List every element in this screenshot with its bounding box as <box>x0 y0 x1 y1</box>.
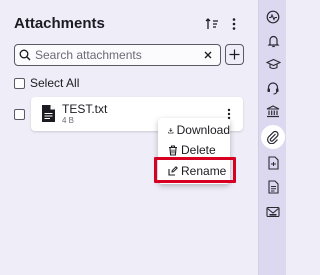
rail-list-document-button[interactable] <box>259 174 287 200</box>
mail-icon <box>266 206 280 218</box>
close-icon <box>204 51 212 59</box>
sort-button[interactable] <box>203 15 221 33</box>
trash-icon <box>169 144 177 156</box>
activity-icon <box>266 10 280 24</box>
file-size: 4 B <box>62 116 75 125</box>
rail-activity-button[interactable] <box>259 4 287 30</box>
clear-search-button[interactable] <box>201 48 215 62</box>
rail-document-button[interactable] <box>259 150 287 176</box>
search-icon <box>19 49 31 61</box>
menu-item-label: Download <box>176 123 230 137</box>
select-all-row: Select All <box>14 76 79 90</box>
menu-item-delete[interactable]: Delete <box>158 140 230 160</box>
menu-item-label: Delete <box>181 143 216 157</box>
select-all-checkbox[interactable] <box>14 77 25 89</box>
attachments-panel: Attachments Select All <box>0 0 258 275</box>
sort-icon <box>205 18 218 29</box>
panel-title: Attachments <box>14 15 105 32</box>
file-checkbox[interactable] <box>14 109 25 120</box>
document-icon <box>42 105 55 122</box>
file-context-menu: Download Delete Rename <box>158 118 230 184</box>
select-all-label: Select All <box>30 76 80 90</box>
search-box <box>14 44 221 66</box>
edit-icon <box>168 166 178 176</box>
search-input[interactable] <box>35 48 195 62</box>
file-name: TEST.txt <box>62 102 108 116</box>
bell-icon <box>267 35 279 48</box>
plus-icon <box>229 49 240 60</box>
paperclip-icon <box>267 130 279 144</box>
rail-learning-button[interactable] <box>259 51 287 77</box>
graduation-cap-icon <box>265 58 281 69</box>
bank-icon <box>266 104 280 117</box>
active-indicator <box>261 125 285 149</box>
headset-icon <box>267 82 279 95</box>
menu-item-rename[interactable]: Rename <box>158 161 230 181</box>
list-document-icon <box>267 180 279 194</box>
document-icon <box>267 156 279 170</box>
panel-more-button[interactable] <box>225 15 243 33</box>
rail-bank-button[interactable] <box>259 98 287 124</box>
kebab-icon <box>232 18 236 30</box>
add-attachment-button[interactable] <box>225 44 244 65</box>
rail-attachments-button[interactable] <box>259 124 287 150</box>
rail-mail-button[interactable] <box>259 199 287 225</box>
menu-item-label: Rename <box>181 164 227 178</box>
sidebar-rail <box>258 0 286 275</box>
menu-item-download[interactable]: Download <box>158 120 230 140</box>
download-icon <box>168 127 174 133</box>
